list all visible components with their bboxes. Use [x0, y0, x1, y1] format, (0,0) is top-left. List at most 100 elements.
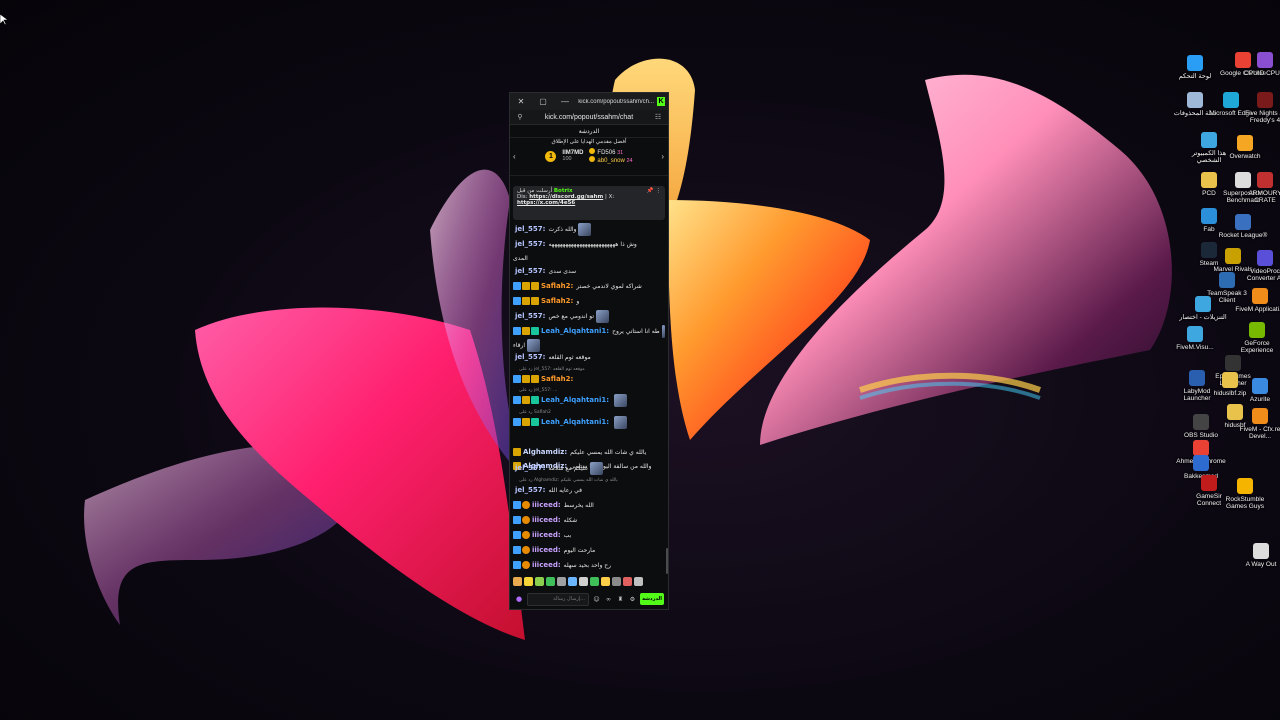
chat-username[interactable]: Alghamdiz:	[523, 448, 567, 456]
address-url[interactable]: kick.com/popout/ssahm/chat	[525, 114, 653, 121]
quick-emote-icon[interactable]	[535, 577, 544, 586]
chat-username[interactable]: jel_557:	[515, 464, 545, 472]
chat-username[interactable]: iiiceed:	[532, 561, 561, 569]
chat-message[interactable]: Leah_Alqahtani1:	[513, 415, 665, 429]
chat-username[interactable]: jel_557:	[515, 312, 545, 320]
desktop-icon[interactable]: CPUID CPU-Z	[1240, 52, 1280, 77]
pinned-message[interactable]: أرسلت من قبل Botrix 📌 ⋮ Dis: https://dis…	[513, 186, 665, 220]
chat-message[interactable]: Alghamdiz: يالله ي شات الله يمسي عليكم	[513, 445, 665, 459]
desktop-icon[interactable]: Azurite	[1235, 378, 1280, 403]
quick-emote-icon[interactable]	[634, 577, 643, 586]
desktop-icon[interactable]: RockStumble Games Guys	[1220, 478, 1270, 510]
quick-emote-icon[interactable]	[590, 577, 599, 586]
desktop-icon[interactable]: GeForce Experience	[1232, 322, 1280, 354]
minimize-icon[interactable]: —	[554, 93, 576, 110]
quick-emote-icon[interactable]	[557, 577, 566, 586]
badge-icon	[513, 297, 521, 305]
quick-emote-icon[interactable]	[524, 577, 533, 586]
chat-input[interactable]: إرسال رسالة...	[527, 592, 589, 606]
chat-username[interactable]: iiiceed:	[532, 531, 561, 539]
chat-username[interactable]: Leah_Alqahtani1:	[541, 327, 609, 335]
quick-emote-icon[interactable]	[612, 577, 621, 586]
chevron-left-icon[interactable]: ‹	[513, 152, 516, 161]
chat-message[interactable]: iiiceed: مارحت اليوم	[513, 543, 665, 557]
maximize-icon[interactable]: ▢	[532, 93, 554, 110]
microphone-icon[interactable]: ●	[514, 595, 524, 603]
chat-message[interactable]: jel_557: سدى سدى	[513, 264, 665, 278]
quick-emote-icon[interactable]	[623, 577, 632, 586]
chat-text: المدى	[513, 254, 528, 262]
reply-preview[interactable]: رد على Saflah2	[519, 410, 551, 415]
chat-username[interactable]: Saflah2:	[541, 297, 573, 305]
send-button[interactable]: الدردشة	[640, 593, 664, 605]
chat-message[interactable]: iiiceed: شكله	[513, 513, 665, 527]
chat-message[interactable]: iiiceed: رح واحد بحيد سهله	[513, 558, 665, 572]
quick-emote-icon[interactable]	[513, 577, 522, 586]
desktop-icon[interactable]: Rocket League®	[1218, 214, 1268, 239]
close-icon[interactable]: ✕	[510, 93, 532, 110]
chat-scrollbar[interactable]	[666, 548, 668, 574]
chat-message[interactable]: Leah_Alqahtani1:	[513, 393, 665, 407]
address-bar[interactable]: ⚲ kick.com/popout/ssahm/chat ☷	[510, 110, 668, 125]
chat-message[interactable]: Saflah2:	[513, 372, 665, 386]
chat-username[interactable]: iiiceed:	[532, 516, 561, 524]
reply-preview[interactable]: رد على jel_557: موقعه ثوم القلعه	[519, 367, 585, 372]
trophy-icon[interactable]: ♜	[616, 596, 625, 603]
chat-username[interactable]: Saflah2:	[541, 282, 573, 290]
chat-username[interactable]: iiiceed:	[532, 501, 561, 509]
reply-preview[interactable]: رد على jel_557: ...	[519, 388, 557, 393]
chat-username[interactable]: iiiceed:	[532, 546, 561, 554]
desktop-icon[interactable]: لوحة التحكم	[1170, 55, 1220, 80]
window-titlebar[interactable]: ✕ ▢ — kick.com/popout/ssahm/ch... K	[510, 93, 668, 110]
quick-emote-icon[interactable]	[568, 577, 577, 586]
rank-1-badge-icon: 1	[545, 150, 557, 162]
desktop-icon[interactable]: FiveM - Cfx.re Devel...	[1235, 408, 1280, 440]
chat-input-bar[interactable]: ● إرسال رسالة... ☺ ∞ ♜ ⚙ الدردشة	[512, 591, 666, 607]
chat-message[interactable]: Saflah2: و	[513, 294, 665, 308]
leaderboard-title: أفضل مقدمي الهدايا على الإطلاق	[551, 139, 627, 145]
emote-quick-bar[interactable]	[513, 577, 665, 587]
coin-icon	[589, 148, 596, 154]
user-badges	[513, 282, 539, 290]
chat-username[interactable]: jel_557:	[515, 267, 545, 275]
quick-emote-icon[interactable]	[601, 577, 610, 586]
x-link[interactable]: https://x.com/4e56	[517, 200, 575, 206]
chat-message[interactable]: jel_557: عليكم مع سلامه	[513, 461, 665, 475]
quick-emote-icon[interactable]	[546, 577, 555, 586]
chat-message[interactable]: Leah_Alqahtani1: طه انا استاتي يروح	[513, 324, 665, 338]
settings-icon[interactable]: ⚙	[628, 596, 637, 603]
tune-icon[interactable]: ☷	[653, 113, 663, 121]
chat-username[interactable]: Leah_Alqahtani1:	[541, 396, 609, 404]
quick-emote-icon[interactable]	[579, 577, 588, 586]
chevron-right-icon[interactable]: ›	[661, 152, 664, 161]
leader-2: FD506 31 ab0_snow 24	[589, 148, 633, 164]
chat-message[interactable]: iiiceed: بب	[513, 528, 665, 542]
chat-message[interactable]: jel_557: وش ذا ههههههههههههههههههههههههه	[513, 237, 665, 251]
chat-text: شراكه لموي لاندمي خصتر	[576, 282, 642, 290]
chat-username[interactable]: jel_557:	[515, 486, 545, 494]
chat-message[interactable]: jel_557: في رعايه الله	[513, 483, 665, 497]
chat-username[interactable]: jel_557:	[515, 240, 545, 248]
desktop-icon[interactable]: FiveM Applicati...	[1235, 288, 1280, 313]
infinity-icon[interactable]: ∞	[604, 596, 613, 603]
chat-message[interactable]: jel_557: تو اندومي مع خص	[513, 309, 665, 323]
chat-message[interactable]: jel_557: موقعه ثوم القلعه	[513, 350, 665, 364]
badge-icon	[513, 396, 521, 404]
chat-message[interactable]: المدى	[513, 251, 665, 265]
chat-message[interactable]: jel_557: والله ذكرت	[513, 222, 665, 236]
chat-username[interactable]: Saflah2:	[541, 375, 573, 383]
emoji-icon[interactable]: ☺	[592, 596, 601, 603]
chat-username[interactable]: jel_557:	[515, 353, 545, 361]
reply-preview[interactable]: رد على Alghamdiz: يالله ي شات الله يمسي …	[519, 478, 618, 483]
chat-username[interactable]: jel_557:	[515, 225, 545, 233]
desktop-icon[interactable]: A Way Out	[1236, 543, 1280, 568]
desktop-icon[interactable]: FiveM.Visu...	[1170, 326, 1220, 351]
desktop-icon[interactable]: Five Nights at Freddy's 4	[1240, 92, 1280, 124]
desktop-icon[interactable]: ARMOURY CRATE	[1240, 172, 1280, 204]
chat-message[interactable]: iiiceed: الله يخرسط	[513, 498, 665, 512]
pin-icon[interactable]: 📌 ⋮	[647, 188, 661, 194]
chat-message[interactable]: Saflah2: شراكه لموي لاندمي خصتر	[513, 279, 665, 293]
desktop-icon[interactable]: Overwatch	[1220, 135, 1270, 160]
badge-icon	[513, 327, 521, 335]
chat-username[interactable]: Leah_Alqahtani1:	[541, 418, 609, 426]
